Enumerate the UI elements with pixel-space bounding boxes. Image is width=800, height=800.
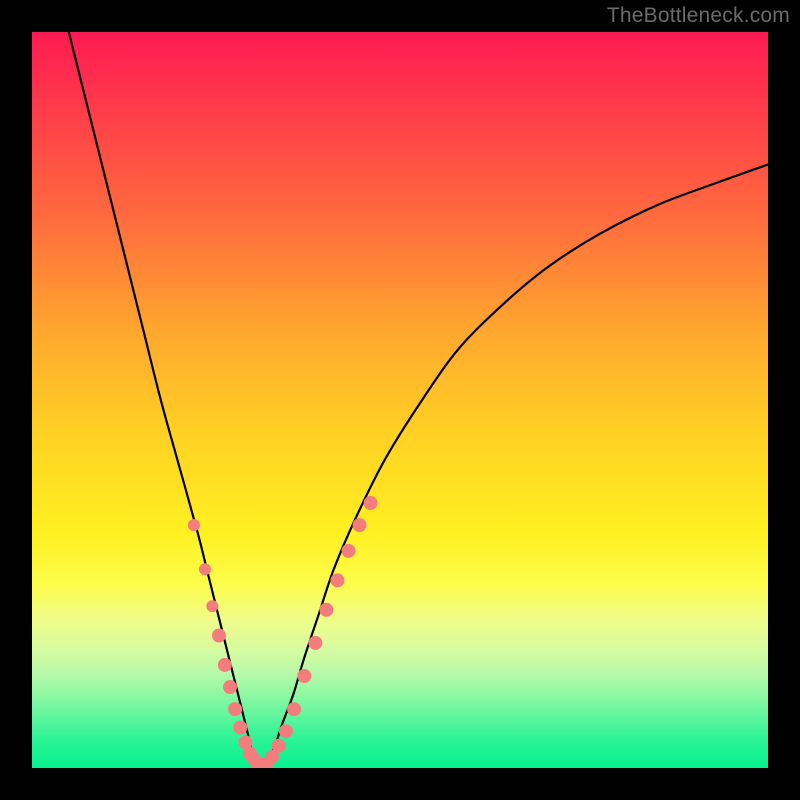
data-marker (341, 544, 355, 558)
data-marker (279, 724, 293, 738)
data-marker (188, 519, 200, 531)
data-marker (199, 563, 211, 575)
data-marker (319, 603, 333, 617)
data-marker (233, 721, 247, 735)
data-marker (308, 636, 322, 650)
chart-svg-layer (32, 32, 768, 768)
data-marker (297, 669, 311, 683)
data-marker (364, 496, 378, 510)
watermark-text: TheBottleneck.com (607, 4, 790, 28)
data-marker (218, 658, 232, 672)
data-marker (228, 702, 242, 716)
data-marker (353, 518, 367, 532)
bottleneck-curve (69, 32, 768, 768)
data-marker (330, 573, 344, 587)
data-marker (212, 629, 226, 643)
data-marker (287, 702, 301, 716)
data-marker (206, 600, 218, 612)
data-marker (272, 739, 286, 753)
plot-area (32, 32, 768, 768)
data-marker (223, 680, 237, 694)
chart-canvas: TheBottleneck.com (0, 0, 800, 800)
marker-group (188, 496, 378, 768)
